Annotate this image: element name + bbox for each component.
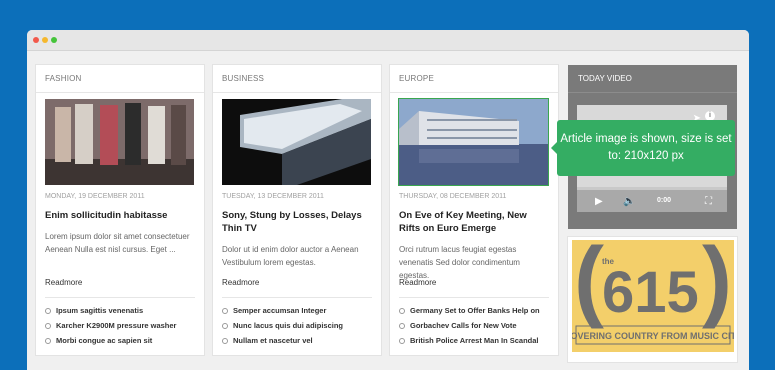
related-links: Germany Set to Offer Banks Help on Gorba…: [399, 303, 559, 348]
related-link[interactable]: Gorbachev Calls for New Vote: [399, 318, 559, 333]
fullscreen-icon[interactable]: ⛶: [705, 196, 712, 207]
browser-window: FASHION MONDAY, 19 DECEMBER 2011 Enim so…: [27, 30, 749, 370]
article-date: TUESDAY, 13 DECEMBER 2011: [222, 193, 324, 200]
bullet-icon: [399, 323, 405, 330]
article-title[interactable]: On Eve of Key Meeting, New Rifts on Euro…: [399, 209, 549, 235]
article-title[interactable]: Sony, Stung by Losses, Delays Thin TV: [222, 209, 372, 235]
article-excerpt: Dolor ut id enim dolor auctor a Aenean V…: [222, 245, 359, 267]
category-column-business: BUSINESS TUESDAY, 13 DECEMBER 2011 Sony,…: [213, 65, 381, 355]
related-link[interactable]: Morbi congue ac sapien sit: [45, 333, 205, 348]
play-icon[interactable]: ▶: [595, 196, 603, 207]
related-link[interactable]: Germany Set to Offer Banks Help on: [399, 303, 559, 318]
volume-icon[interactable]: 🔈: [623, 196, 635, 207]
article-title[interactable]: Enim sollicitudin habitasse: [45, 209, 195, 222]
bullet-icon: [222, 338, 228, 345]
window-titlebar: [27, 30, 749, 51]
video-controls: ▶ 🔈 0:00 ⛶: [577, 190, 727, 212]
readmore-link[interactable]: Readmore: [45, 278, 82, 287]
article-image[interactable]: [398, 98, 549, 186]
related-link[interactable]: Karcher K2900M pressure washer: [45, 318, 205, 333]
divider: [222, 297, 372, 298]
related-link[interactable]: Ipsum sagittis venenatis: [45, 303, 205, 318]
article-excerpt: Orci rutrum lacus feugiat egestas venena…: [399, 245, 520, 280]
readmore-link[interactable]: Readmore: [399, 278, 436, 287]
related-link[interactable]: Nullam et nascetur vel: [222, 333, 382, 348]
close-dot-icon[interactable]: [33, 37, 39, 43]
bullet-icon: [222, 323, 228, 330]
related-link[interactable]: Nunc lacus quis dui adipiscing: [222, 318, 382, 333]
bullet-icon: [222, 308, 228, 315]
related-links: Semper accumsan Integer Nunc lacus quis …: [222, 303, 382, 348]
video-time: 0:00: [657, 197, 672, 204]
advertisement-banner[interactable]: ( ) the 615 COVERING COUNTRY FROM MUSIC …: [564, 230, 742, 362]
bullet-icon: [45, 338, 51, 345]
svg-text:(: (: [574, 240, 604, 330]
category-column-fashion: FASHION MONDAY, 19 DECEMBER 2011 Enim so…: [36, 65, 204, 355]
divider: [399, 297, 549, 298]
related-link[interactable]: British Police Arrest Man In Scandal: [399, 333, 559, 348]
bullet-icon: [399, 308, 405, 315]
article-image[interactable]: [45, 99, 194, 185]
svg-text:): ): [702, 240, 732, 330]
category-heading[interactable]: FASHION: [36, 65, 204, 93]
ad-tagline: COVERING COUNTRY FROM MUSIC CITY: [572, 331, 734, 341]
divider: [45, 297, 195, 298]
widget-heading: TODAY VIDEO: [568, 65, 737, 93]
ad-number-text: 615: [602, 260, 699, 325]
ad-image: ( ) the 615 COVERING COUNTRY FROM MUSIC …: [564, 230, 742, 352]
related-links: Ipsum sagittis venenatis Karcher K2900M …: [45, 303, 205, 348]
readmore-link[interactable]: Readmore: [222, 278, 259, 287]
image-size-tooltip: Article image is shown, size is set to: …: [551, 120, 735, 176]
bullet-icon: [399, 338, 405, 345]
category-heading[interactable]: BUSINESS: [213, 65, 381, 93]
category-column-europe: EUROPE THURSDAY, 08 DECEMBER 2011 On Eve…: [390, 65, 558, 355]
article-image[interactable]: [222, 99, 371, 185]
article-date: MONDAY, 19 DECEMBER 2011: [45, 193, 145, 200]
article-excerpt: Lorem ipsum dolor sit amet consectetuer …: [45, 232, 190, 254]
bullet-icon: [45, 308, 51, 315]
maximize-dot-icon[interactable]: [51, 37, 57, 43]
minimize-dot-icon[interactable]: [42, 37, 48, 43]
bullet-icon: [45, 323, 51, 330]
page-content: FASHION MONDAY, 19 DECEMBER 2011 Enim so…: [27, 51, 749, 370]
related-link[interactable]: Semper accumsan Integer: [222, 303, 382, 318]
article-date: THURSDAY, 08 DECEMBER 2011: [399, 193, 507, 200]
category-heading[interactable]: EUROPE: [390, 65, 558, 93]
